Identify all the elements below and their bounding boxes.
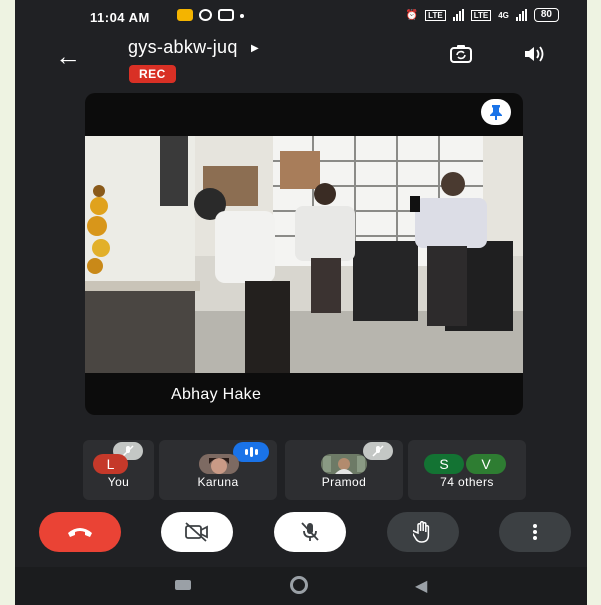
network-type: 4G [498, 10, 509, 20]
system-icons: ⏰ LTE LTE 4G 80 [406, 8, 559, 22]
battery-icon: 80 [533, 8, 559, 22]
chevron-right-icon: ▶ [250, 42, 259, 54]
end-call-button[interactable] [39, 512, 121, 552]
participant-tile-pramod[interactable]: Pramod [285, 440, 403, 500]
gallery-icon [177, 9, 193, 21]
alarm-off-icon: ⏰ [405, 9, 419, 21]
arrow-left-icon[interactable]: ← [55, 43, 81, 69]
status-bar: 11:04 AM ⏰ LTE LTE 4G 80 [15, 6, 587, 30]
avatar-letter: L [106, 456, 115, 472]
avatar [199, 454, 239, 474]
participant-tile-others[interactable]: S V 74 others [408, 440, 526, 500]
system-navigation-bar: ◀ [15, 567, 587, 605]
speaker-icon[interactable] [522, 44, 546, 70]
video-feed [85, 136, 523, 373]
recording-badge: REC [129, 65, 176, 83]
more-options-button[interactable] [499, 512, 571, 552]
camera-flip-icon[interactable] [449, 44, 473, 70]
back-nav-icon[interactable]: ◀ [415, 576, 427, 596]
speaker-name: Abhay Hake [171, 386, 262, 403]
hand-icon [413, 521, 430, 543]
signal-icon-2 [515, 9, 527, 21]
volte-icon: LTE [425, 9, 446, 21]
camera-toggle-button[interactable] [161, 512, 233, 552]
pin-icon[interactable] [481, 99, 511, 125]
signal-icon [452, 9, 464, 21]
volte-icon-2: LTE [470, 9, 492, 21]
status-time: 11:04 AM [90, 10, 150, 25]
home-icon[interactable] [290, 576, 308, 594]
phone-hangup-icon [68, 528, 92, 537]
avatar [321, 454, 367, 474]
avatar: V [466, 454, 506, 474]
participant-label: Pramod [321, 475, 367, 489]
speaking-indicator-icon [233, 442, 269, 462]
more-notifications-icon [240, 14, 244, 18]
raise-hand-button[interactable] [387, 512, 459, 552]
microphone-toggle-button[interactable] [274, 512, 346, 552]
participant-label: You [107, 475, 130, 489]
meeting-title[interactable]: gys-abkw-juq ▶ [128, 37, 259, 58]
participant-tile-you[interactable]: L You [83, 440, 154, 500]
avatar: S [424, 454, 464, 474]
more-vertical-icon [533, 524, 537, 540]
avatar: L [93, 454, 128, 474]
meeting-code: gys-abkw-juq [128, 37, 238, 57]
avatar-letter: V [481, 456, 491, 472]
avatar-letter: S [439, 456, 449, 472]
recent-apps-icon[interactable] [175, 580, 191, 590]
main-video-tile[interactable]: Abhay Hake [85, 93, 523, 415]
participant-strip: L You Karuna Pramod S V 74 others [15, 440, 587, 500]
participant-label: Karuna [197, 475, 239, 489]
mic-off-icon [301, 522, 319, 541]
meeting-header: ← gys-abkw-juq ▶ REC [15, 30, 587, 90]
camera-off-icon [185, 522, 208, 542]
phone-screen: 11:04 AM ⏰ LTE LTE 4G 80 ← gys-abkw-juq … [15, 0, 587, 605]
participant-tile-karuna[interactable]: Karuna [159, 440, 277, 500]
mic-off-icon [363, 442, 393, 460]
whatsapp-icon [199, 9, 212, 21]
video-notification-icon [218, 9, 234, 21]
call-controls [15, 512, 587, 552]
participant-label: 74 others [440, 475, 494, 489]
notification-icons [177, 9, 244, 21]
